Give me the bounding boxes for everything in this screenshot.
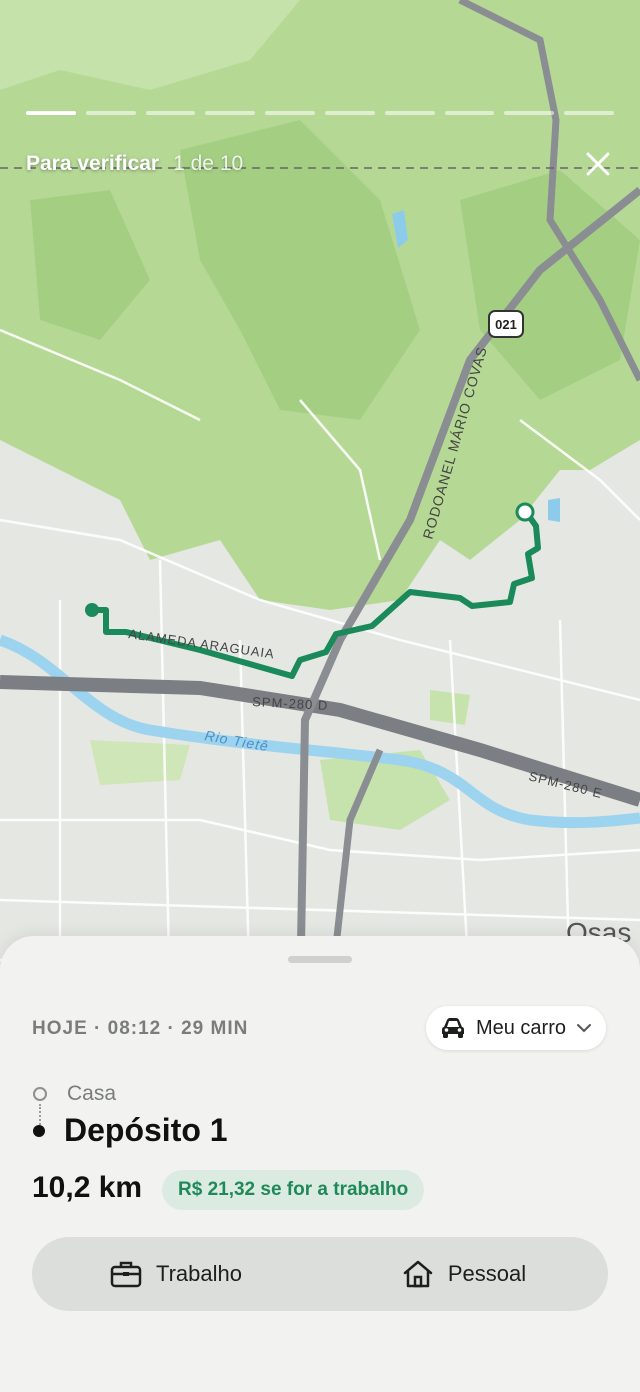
personal-button[interactable]: Pessoal <box>320 1237 608 1311</box>
origin-dot <box>33 1087 47 1101</box>
destination-dot <box>33 1124 45 1137</box>
classification-actions: Trabalho Pessoal <box>32 1237 608 1311</box>
close-icon <box>586 152 610 176</box>
progress-segment <box>265 111 315 115</box>
origin-row: Casa <box>32 1082 116 1106</box>
reimbursement-badge: R$ 21,32 se for a trabalho <box>162 1170 425 1210</box>
park-area <box>430 690 470 725</box>
page-title: Para verificar <box>26 152 160 175</box>
progress-segment <box>384 111 435 115</box>
origin-label: Casa <box>67 1082 117 1105</box>
destination-label: Depósito 1 <box>64 1112 228 1148</box>
work-button[interactable]: Trabalho <box>32 1237 320 1311</box>
work-button-label: Trabalho <box>155 1261 242 1286</box>
lake <box>548 498 560 522</box>
vehicle-label: Meu carro <box>475 1016 566 1039</box>
trip-distance: 10,2 km <box>32 1171 143 1204</box>
close-button[interactable] <box>582 148 614 180</box>
route-start-dot <box>85 603 99 617</box>
briefcase-icon <box>110 1261 142 1288</box>
vehicle-selector[interactable]: Meu carro <box>425 1006 606 1050</box>
progress-segment <box>564 111 614 115</box>
chevron-down-icon <box>577 1024 591 1033</box>
progress-segment <box>85 111 136 115</box>
story-progress <box>26 111 614 117</box>
progress-segment <box>444 111 495 115</box>
page-counter: 1 de 10 <box>173 152 244 175</box>
highway-shield-label: 021 <box>495 317 517 332</box>
route-end-marker <box>515 502 535 522</box>
header: Para verificar 1 de 10 <box>26 146 614 182</box>
progress-segment <box>504 111 555 115</box>
progress-segment <box>205 111 256 115</box>
destination-row: Depósito 1 <box>32 1112 228 1149</box>
house-icon <box>403 1260 433 1288</box>
park-area <box>90 740 190 785</box>
personal-button-label: Pessoal <box>447 1261 527 1286</box>
trip-sheet: HOJE · 08:12 · 29 MIN Meu carro Casa Dep… <box>0 936 640 1392</box>
car-icon <box>441 1018 464 1038</box>
trip-meta: HOJE · 08:12 · 29 MIN <box>32 1018 249 1039</box>
sheet-handle[interactable] <box>288 956 352 963</box>
progress-segment <box>145 111 196 115</box>
progress-segment <box>26 111 76 115</box>
progress-segment <box>324 111 375 115</box>
